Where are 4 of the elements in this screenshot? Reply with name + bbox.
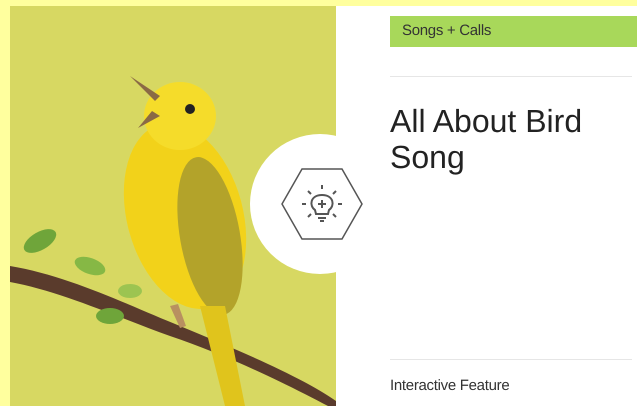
lightbulb-icon bbox=[280, 167, 364, 241]
category-tag[interactable]: Songs + Calls bbox=[390, 16, 637, 47]
content-type-label: Interactive Feature bbox=[390, 377, 510, 394]
article-title[interactable]: All About Bird Song bbox=[390, 103, 620, 175]
